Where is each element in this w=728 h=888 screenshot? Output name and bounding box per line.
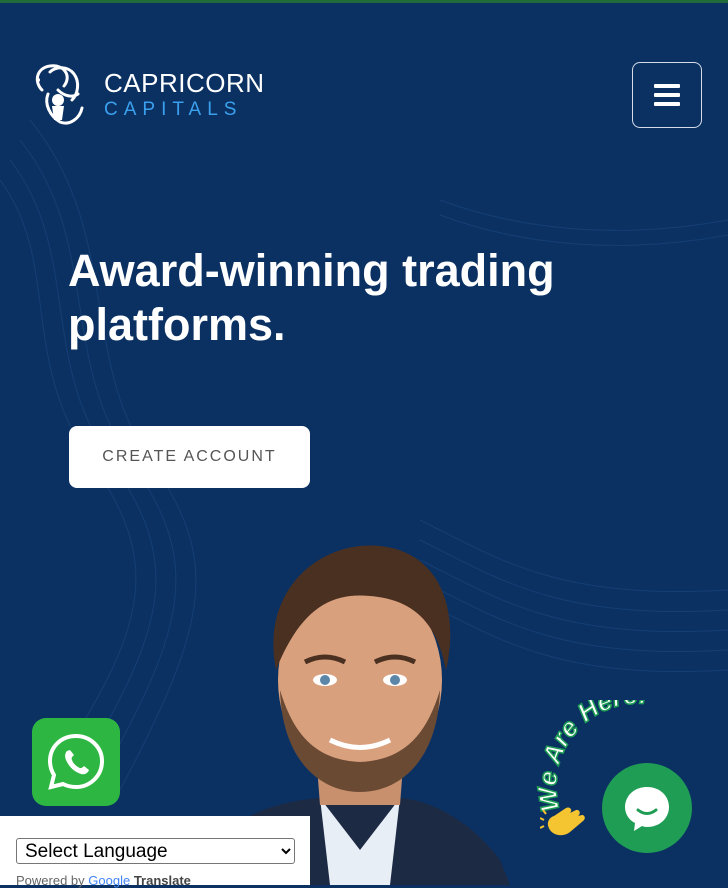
chat-bubble-icon [625,787,669,831]
hamburger-menu-icon [654,84,680,106]
powered-by-google-translate[interactable]: Powered by Google Translate [16,873,191,888]
whatsapp-button[interactable] [32,718,120,806]
create-account-button[interactable]: CREATE ACCOUNT [69,426,310,488]
translate-label: Translate [133,873,191,888]
language-widget: Select Language Powered by Google Transl… [0,816,310,888]
menu-button[interactable] [632,62,702,128]
google-label: Google [88,873,131,888]
language-select[interactable]: Select Language [16,838,295,864]
powered-by-label: Powered by [16,873,85,888]
brand-name-top: CAPRICORN [104,67,265,98]
chat-button[interactable] [602,763,692,853]
brand-name-bottom: CAPITALS [104,98,243,120]
brand-logo[interactable]: CAPRICORN CAPITALS [28,60,265,128]
waving-hand-icon [540,807,585,836]
hero-headline: Award-winning trading platforms. [68,245,555,350]
whatsapp-icon [47,733,105,790]
capricorn-goat-icon [35,64,84,125]
